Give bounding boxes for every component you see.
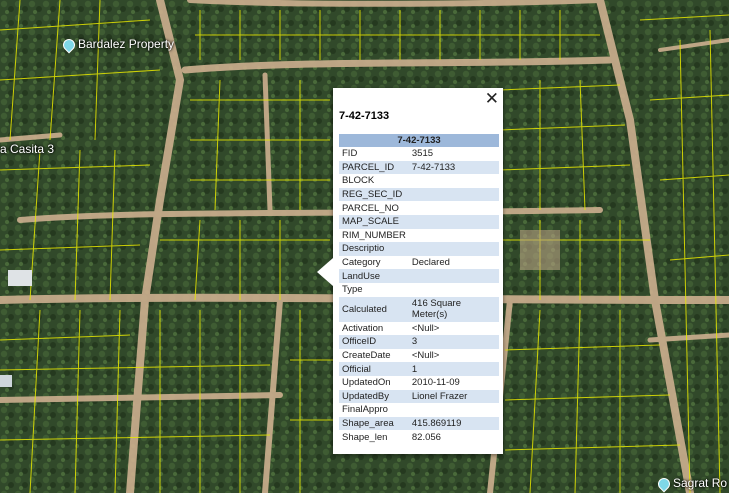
place-label-sagrat[interactable]: Sagrat Ro [655,475,727,493]
table-row: Calculated 416 Square Meter(s) [339,296,499,322]
map-pin-icon [655,475,673,493]
table-row: Category Declared [342,257,450,269]
table-header: 7-42-7133 [339,134,499,147]
table-row: PARCEL_NO [342,202,399,214]
table-row: FID 3515 [342,148,434,160]
map-pin-icon [60,36,78,54]
table-row: CreateDate <Null> [342,350,440,362]
table-row: Descriptio [339,242,499,256]
table-row: RIM_NUMBER [342,229,406,241]
popup-title: 7-42-7133 [339,110,390,122]
table-row: BLOCK [342,175,375,187]
table-row: PARCEL_ID 7-42-7133 [339,160,499,175]
table-row: Shape_area 415.869119 [339,416,499,431]
table-row: LandUse [339,269,499,283]
table-row: Official 1 [339,362,499,376]
attribute-table: 7-42-7133 FID 3515 PARCEL_ID 7-42-7133 BLO… [339,134,499,444]
table-row: Activation <Null> [342,322,440,334]
table-row: FinalAppro [342,404,388,416]
table-row: OfficeID 3 [339,335,499,349]
table-row: MAP_SCALE [339,214,499,229]
parcel-info-popup: ✕ 7-42-7133 7-42-7133 FID 3515 PARCEL_ID 7… [317,88,503,454]
table-row: REG_SEC_ID [339,187,499,202]
place-label-casita[interactable]: a Casita 3 [0,142,54,156]
place-label-bardalez[interactable]: Bardalez Property [60,36,174,54]
table-row: UpdatedOn 2010-11-09 [342,377,460,389]
table-row: Shape_len 82.056 [342,431,441,443]
table-row: Type [342,284,363,296]
table-row: UpdatedBy Lionel Frazer [339,389,499,404]
close-icon[interactable]: ✕ [485,89,499,109]
